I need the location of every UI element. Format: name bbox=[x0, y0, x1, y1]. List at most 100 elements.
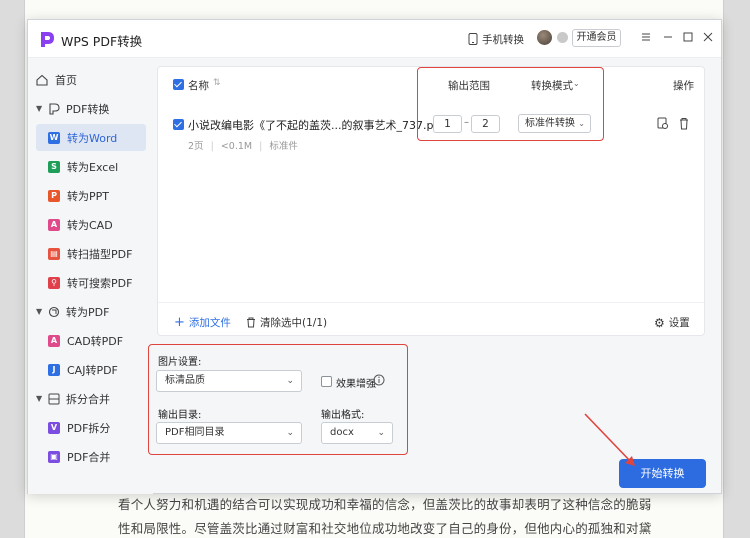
settings-button[interactable]: ⚙ 设置 bbox=[654, 315, 690, 330]
mobile-convert-label: 手机转换 bbox=[482, 33, 524, 46]
caret-down-icon: ▼ bbox=[36, 104, 43, 113]
sidebar-item-label: PDF拆分 bbox=[67, 421, 111, 435]
sidebar-item-to-word[interactable]: W 转为Word bbox=[36, 124, 146, 151]
sidebar-item-label: 首页 bbox=[55, 73, 77, 87]
scanned-pdf-icon: ▤ bbox=[48, 247, 60, 260]
sidebar-item-label: CAJ转PDF bbox=[67, 363, 118, 377]
sidebar-item-to-excel[interactable]: S 转为Excel bbox=[36, 153, 146, 180]
file-doc-type: 标准件 bbox=[269, 141, 298, 152]
row-checkbox[interactable] bbox=[173, 119, 184, 130]
sidebar-item-pdf-merge[interactable]: ▣ PDF合并 bbox=[36, 443, 146, 470]
chevron-down-icon: ⌄ bbox=[286, 428, 294, 438]
column-header-name: 名称 bbox=[188, 80, 209, 92]
file-pages: 2页 bbox=[188, 141, 204, 152]
delete-icon[interactable] bbox=[678, 117, 690, 130]
sidebar-item-label: CAD转PDF bbox=[67, 334, 124, 348]
sidebar-item-pdf-split[interactable]: V PDF拆分 bbox=[36, 414, 146, 441]
sidebar-item-label: 转为PPT bbox=[67, 189, 109, 203]
sidebar-item-label: 转扫描型PDF bbox=[67, 247, 133, 261]
file-size: <0.1M bbox=[220, 141, 253, 152]
vip-status-icon bbox=[557, 32, 568, 43]
output-dir-label: 输出目录: bbox=[158, 410, 202, 421]
title-bar: WPS PDF转换 手机转换 开通会员 bbox=[28, 20, 721, 58]
sidebar-item-to-searchable-pdf[interactable]: ⚲ 转可搜索PDF bbox=[36, 269, 146, 296]
wps-pdf-logo-icon bbox=[41, 32, 54, 47]
sidebar-item-label: 转为PDF bbox=[66, 305, 110, 319]
sidebar-item-to-scanned-pdf[interactable]: ▤ 转扫描型PDF bbox=[36, 240, 146, 267]
caj-icon: J bbox=[48, 363, 60, 376]
plus-icon: + bbox=[174, 315, 185, 330]
sidebar-item-label: 转为CAD bbox=[67, 218, 113, 232]
searchable-pdf-icon: ⚲ bbox=[48, 276, 60, 289]
phone-icon bbox=[468, 33, 478, 45]
word-icon: W bbox=[48, 131, 60, 144]
pdf-merge-icon: ▣ bbox=[48, 450, 60, 463]
output-dir-select[interactable]: PDF相同目录 ⌄ bbox=[156, 422, 302, 444]
to-pdf-icon bbox=[48, 306, 60, 317]
clear-selected-button[interactable]: 清除选中(1/1) bbox=[246, 315, 327, 330]
sidebar-group-pdf-convert[interactable]: ▼ PDF转换 bbox=[36, 95, 146, 122]
highlight-box bbox=[417, 67, 604, 141]
ppt-icon: P bbox=[48, 189, 60, 202]
output-format-value: docx bbox=[330, 427, 354, 438]
document-text-line: 看个人努力和机遇的结合可以实现成功和幸福的信念，但盖茨比的故事却表明了这种信念的… bbox=[118, 497, 652, 512]
sidebar-item-label: 转为Excel bbox=[67, 160, 119, 174]
minimize-icon[interactable] bbox=[661, 30, 675, 44]
file-name: 小说改编电影《了不起的盖茨...的叙事艺术_737.pdf bbox=[188, 119, 445, 132]
sidebar-item-to-ppt[interactable]: P 转为PPT bbox=[36, 182, 146, 209]
app-title: WPS PDF转换 bbox=[61, 34, 143, 49]
image-quality-value: 标清品质 bbox=[165, 375, 205, 386]
add-file-button[interactable]: + 添加文件 bbox=[174, 315, 231, 330]
sidebar-item-home[interactable]: 首页 bbox=[36, 66, 146, 93]
settings-label: 设置 bbox=[668, 317, 690, 329]
pdf-converter-window: WPS PDF转换 手机转换 开通会员 首页 ▼ PDF转换 W 转为Word … bbox=[27, 19, 722, 494]
caret-down-icon: ▼ bbox=[36, 394, 43, 403]
pdf-split-icon: V bbox=[48, 421, 60, 434]
annotation-arrow-icon bbox=[584, 413, 635, 466]
sidebar-item-caj-to-pdf[interactable]: J CAJ转PDF bbox=[36, 356, 146, 383]
caret-down-icon: ▼ bbox=[36, 307, 43, 316]
split-merge-icon bbox=[48, 393, 60, 404]
document-text-line: 性和局限性。尽管盖茨比通过财富和社交地位成功地改变了自己的身份，但他内心的孤独和… bbox=[118, 521, 652, 536]
sidebar-item-cad-to-pdf[interactable]: A CAD转PDF bbox=[36, 327, 146, 354]
clear-selected-label: 清除选中(1/1) bbox=[260, 317, 328, 329]
cad-icon: A bbox=[48, 218, 60, 231]
sidebar-group-to-pdf[interactable]: ▼ 转为PDF bbox=[36, 298, 146, 325]
output-dir-value: PDF相同目录 bbox=[165, 427, 225, 438]
image-quality-select[interactable]: 标清品质 ⌄ bbox=[156, 370, 302, 392]
avatar[interactable] bbox=[537, 30, 552, 45]
column-header-action: 操作 bbox=[673, 80, 694, 92]
cad-icon: A bbox=[48, 334, 60, 347]
sidebar: 首页 ▼ PDF转换 W 转为Word S 转为Excel P 转为PPT A … bbox=[28, 58, 153, 494]
home-icon bbox=[36, 74, 48, 86]
enhance-checkbox[interactable] bbox=[321, 376, 332, 387]
preview-icon[interactable] bbox=[657, 117, 669, 130]
sidebar-item-label: 拆分合并 bbox=[66, 392, 110, 406]
image-setting-label: 图片设置: bbox=[158, 357, 202, 368]
sidebar-item-to-cad[interactable]: A 转为CAD bbox=[36, 211, 146, 238]
close-icon[interactable] bbox=[701, 30, 715, 44]
menu-icon[interactable] bbox=[639, 30, 653, 44]
output-format-label: 输出格式: bbox=[321, 410, 365, 421]
enhance-label: 效果增强 bbox=[336, 379, 376, 390]
file-meta: 2页 | <0.1M | 标准件 bbox=[188, 141, 298, 152]
output-format-select[interactable]: docx ⌄ bbox=[321, 422, 393, 444]
chevron-down-icon: ⌄ bbox=[377, 428, 385, 438]
mobile-convert-button[interactable]: 手机转换 bbox=[468, 29, 524, 49]
sidebar-group-split-merge[interactable]: ▼ 拆分合并 bbox=[36, 385, 146, 412]
panel-footer: + 添加文件 清除选中(1/1) ⚙ 设置 bbox=[158, 302, 704, 336]
add-file-label: 添加文件 bbox=[188, 317, 231, 329]
excel-icon: S bbox=[48, 160, 60, 173]
chevron-down-icon: ⌄ bbox=[286, 376, 294, 386]
sidebar-item-label: PDF合并 bbox=[67, 450, 111, 464]
select-all-checkbox[interactable] bbox=[173, 79, 184, 90]
vip-button[interactable]: 开通会员 bbox=[572, 29, 621, 47]
trash-icon bbox=[247, 317, 255, 328]
maximize-icon[interactable] bbox=[681, 30, 695, 44]
gear-icon: ⚙ bbox=[654, 315, 665, 330]
info-icon[interactable] bbox=[373, 374, 385, 386]
sort-icon[interactable]: ⇅ bbox=[213, 78, 221, 88]
sidebar-item-label: 转可搜索PDF bbox=[67, 276, 133, 290]
sidebar-item-label: PDF转换 bbox=[66, 102, 110, 116]
sidebar-item-label: 转为Word bbox=[67, 131, 118, 145]
